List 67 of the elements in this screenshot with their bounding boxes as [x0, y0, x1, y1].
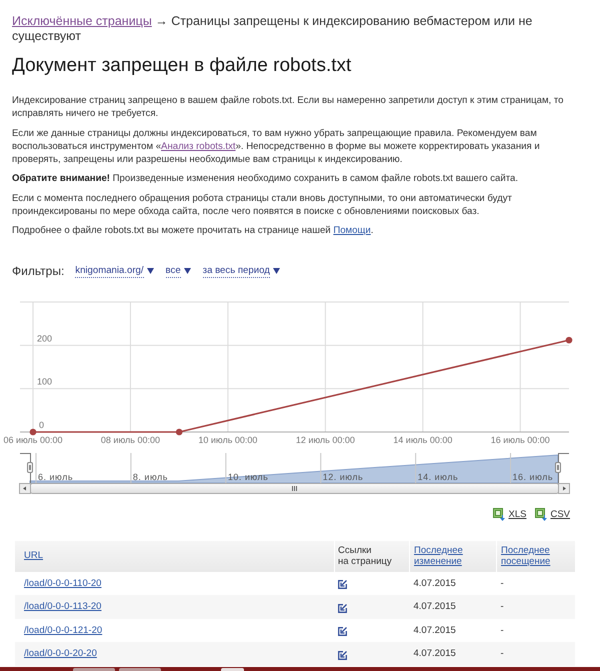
paragraph: Обратите внимание! Произведенные изменения необходимо сохранить в самом файле robots.txt вашего сайта. — [12, 172, 520, 186]
page-path-link[interactable]: /load/0-0-0-113-20 — [24, 601, 102, 612]
date-label: 14. июль — [418, 472, 458, 482]
table-cell: 4.07.2015 — [410, 595, 496, 619]
axis-tick-label: 06 июль 00:00 — [3, 434, 63, 445]
column-sort-link[interactable]: Последнее изменение — [414, 544, 463, 568]
table-cell: 4.07.2015 — [410, 618, 496, 642]
table-cell: - — [496, 642, 575, 666]
arrow-box-icon[interactable] — [338, 580, 346, 590]
scroll-left-button[interactable] — [19, 482, 31, 494]
range-handle[interactable] — [27, 462, 33, 473]
breadcrumb: Исключённые страницы → Страницы запрещены к индексированию вебмастером или не существуют — [12, 14, 534, 44]
paragraph: Если с момента последнего обращения робота страницы стали вновь доступными, то они автоматически будут проиндексированы по мере обхода сайта, после чего появятся в поиске с обновлениями поисковых баз. — [12, 192, 513, 218]
date-label: 10. июль — [228, 472, 268, 482]
column-sort-link[interactable]: URL — [24, 550, 44, 562]
axis-tick-label: 10 июль 00:00 — [198, 434, 258, 445]
filters-label: Фильтры: — [12, 264, 64, 278]
spreadsheet-download-icon — [493, 508, 506, 522]
caret-icon — [184, 268, 191, 274]
paragraph: Если же данные страницы должны индексироваться, то вам нужно убрать запрещающие правила. Рекомендуем вам воспользоваться инструментом «Анализ robots.txt». Непосредственно в форме вы можете корректировать указания и проверять, запрещены или разрешены необходимые вам страницы к индексированию. — [12, 126, 541, 166]
scroll-right-button[interactable] — [558, 482, 570, 494]
filter-dropdown[interactable]: все — [166, 264, 191, 278]
table-cell: 4.07.2015 — [410, 572, 496, 596]
page-path-link[interactable]: /load/0-0-0-20-20 — [24, 648, 97, 660]
page-path-link[interactable]: /load/0-0-0-110-20 — [24, 578, 102, 589]
caret-icon — [146, 268, 154, 274]
caret-right-icon — [563, 486, 566, 490]
breadcrumb-link[interactable]: Исключённые страницы — [12, 14, 152, 28]
column-header: Ссылки на страницу — [334, 540, 410, 572]
date-label: 8. июль — [132, 472, 168, 482]
range-handle[interactable] — [555, 462, 561, 473]
arrow-box-icon[interactable] — [338, 604, 346, 613]
axis-tick-label: 16 июль 00:00 — [490, 434, 550, 445]
axis-tick-label: 08 июль 00:00 — [100, 434, 160, 445]
page-path-link[interactable]: /load/0-0-0-121-20 — [24, 624, 102, 636]
scrollbar-thumb[interactable] — [30, 482, 559, 494]
table-cell: - — [496, 595, 575, 619]
column-sort-link[interactable]: Последнее посещение — [501, 544, 550, 568]
table-cell: - — [496, 618, 575, 642]
axis-tick-label: 0 — [39, 420, 44, 430]
date-label: 16. июль — [512, 472, 554, 482]
paragraph: Индексирование страниц запрещено в вашем файле robots.txt. Если вы намеренно запретили доступ к этим страницам, то исправлять ничего не требуется. — [12, 94, 565, 121]
table-cell: 4.07.2015 — [410, 642, 496, 666]
spreadsheet-download-icon — [535, 508, 548, 522]
table-cell: - — [496, 572, 575, 596]
data-point — [176, 428, 182, 435]
page-title: Документ запрещен в файле robots.txt — [12, 55, 352, 77]
arrow-box-icon[interactable] — [338, 650, 346, 660]
filter-dropdown[interactable]: knigomania.org/ — [75, 264, 154, 278]
arrow-box-icon[interactable] — [338, 627, 346, 636]
date-label: 12. июль — [322, 472, 364, 482]
grip-icon — [292, 485, 297, 492]
axis-tick-label: 200 — [37, 333, 52, 343]
export-link[interactable]: XLS — [493, 508, 526, 522]
caret-icon — [272, 268, 280, 274]
axis-tick-label: 100 — [37, 376, 52, 386]
date-label: 6. июль — [38, 472, 74, 482]
axis-tick-label: 14 июль 00:00 — [393, 434, 452, 445]
axis-tick-label: 12 июль 00:00 — [296, 434, 355, 445]
filter-dropdown[interactable]: за весь период — [202, 264, 280, 278]
caret-left-icon — [23, 486, 26, 490]
data-point — [30, 428, 36, 435]
text-link[interactable]: Помощи — [333, 225, 371, 236]
text-link[interactable]: Анализ robots.txt — [161, 140, 236, 152]
data-point — [566, 336, 572, 344]
paragraph: Подробнее о файле robots.txt вы можете прочитать на странице нашей Помощи. — [12, 224, 374, 238]
export-link[interactable]: CSV — [535, 508, 570, 522]
